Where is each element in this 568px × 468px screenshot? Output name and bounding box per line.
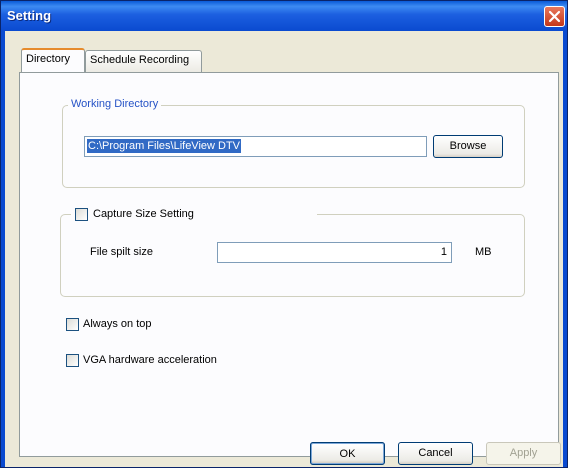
capture-size-group: Capture Size Setting File spilt size 1 M… bbox=[60, 207, 525, 297]
file-split-size-unit: MB bbox=[475, 246, 492, 258]
cancel-button[interactable]: Cancel bbox=[398, 442, 473, 465]
browse-button-label: Browse bbox=[449, 140, 487, 152]
tab-schedule-recording-label: Schedule Recording bbox=[90, 54, 190, 66]
ok-button[interactable]: OK bbox=[310, 442, 385, 465]
window-frame-right bbox=[563, 31, 567, 467]
apply-button-label: Apply bbox=[509, 447, 538, 459]
close-icon bbox=[548, 10, 561, 23]
vga-acceleration-checkbox[interactable] bbox=[66, 354, 79, 367]
tab-directory-label: Directory bbox=[26, 53, 71, 65]
setting-dialog: Setting Directory Schedule Recording Wor… bbox=[0, 0, 568, 468]
window-frame-left bbox=[1, 31, 5, 467]
working-directory-path: C:\Program Files\LifeView DTV bbox=[87, 139, 242, 153]
tab-directory[interactable]: Directory bbox=[21, 48, 85, 72]
file-split-size-input[interactable]: 1 bbox=[217, 242, 452, 263]
capture-size-label: Capture Size Setting bbox=[93, 208, 194, 220]
file-split-size-value: 1 bbox=[440, 246, 447, 258]
ok-button-label: OK bbox=[339, 448, 356, 460]
capture-size-legend: Capture Size Setting bbox=[71, 207, 317, 223]
working-directory-input[interactable]: C:\Program Files\LifeView DTV bbox=[84, 136, 427, 157]
close-button[interactable] bbox=[544, 6, 565, 27]
title-bar[interactable]: Setting bbox=[1, 1, 567, 31]
file-split-size-label: File spilt size bbox=[90, 246, 153, 258]
working-directory-legend: Working Directory bbox=[68, 98, 162, 110]
tab-panel-directory: Working Directory C:\Program Files\LifeV… bbox=[19, 72, 559, 457]
window-title: Setting bbox=[7, 8, 52, 23]
tab-schedule-recording[interactable]: Schedule Recording bbox=[85, 50, 202, 72]
capture-size-checkbox[interactable] bbox=[75, 208, 88, 221]
browse-button[interactable]: Browse bbox=[433, 135, 503, 158]
always-on-top-label: Always on top bbox=[83, 318, 152, 330]
always-on-top-checkbox[interactable] bbox=[66, 318, 79, 331]
vga-acceleration-label: VGA hardware acceleration bbox=[83, 354, 217, 366]
apply-button[interactable]: Apply bbox=[486, 442, 561, 465]
cancel-button-label: Cancel bbox=[418, 447, 453, 459]
working-directory-group: Working Directory C:\Program Files\LifeV… bbox=[62, 98, 525, 188]
